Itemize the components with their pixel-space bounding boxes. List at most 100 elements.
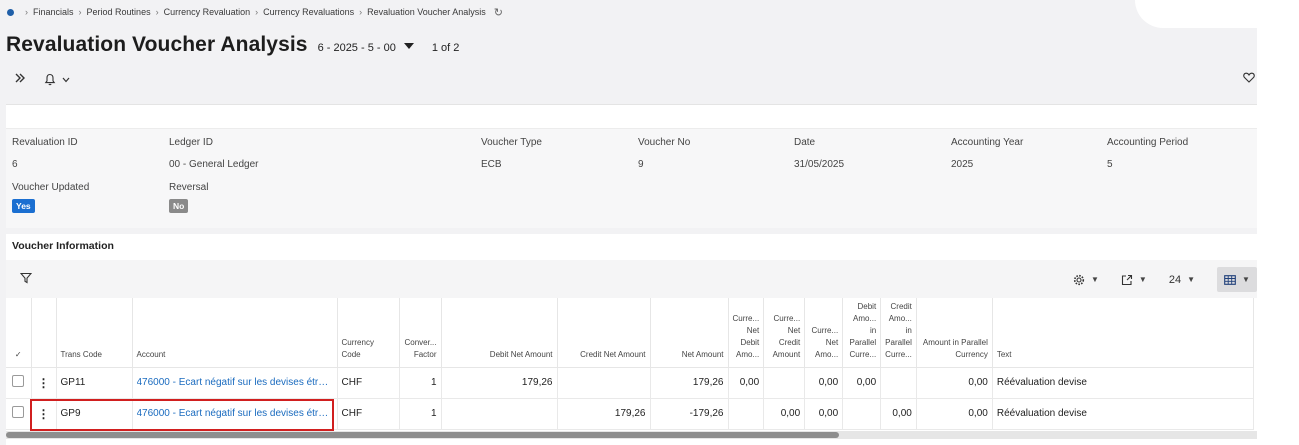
col-header-net-amount[interactable]: Net Amount xyxy=(650,298,729,368)
grid-toolbar: ▼ ▼ 24 ▼ ▼ xyxy=(6,260,1257,298)
grid-settings-button[interactable]: ▼ xyxy=(1073,274,1099,286)
cell-currency-code: CHF xyxy=(337,398,400,430)
col-header-credit-parallel[interactable]: Credit Amo... in Parallel Curre... xyxy=(880,298,917,368)
chevron-right-icon: › xyxy=(359,7,363,17)
row-menu-icon[interactable]: ⋮ xyxy=(38,407,50,421)
cell-currency-net-debit xyxy=(728,398,765,430)
col-header-account[interactable]: Account xyxy=(132,298,338,368)
table-row[interactable]: ⋮ GP9 476000 - Ecart négatif sur les dev… xyxy=(6,398,1254,430)
col-header-trans-code[interactable]: Trans Code xyxy=(56,298,133,368)
cell-credit-parallel: 0,00 xyxy=(880,398,917,430)
table-row[interactable]: ⋮ GP11 476000 - Ecart négatif sur les de… xyxy=(6,367,1254,399)
select-all-checkbox[interactable]: ✓ xyxy=(6,298,32,368)
reversal-badge: No xyxy=(169,199,189,213)
col-header-currency-net-debit[interactable]: Curre... Net Debit Amo... xyxy=(728,298,765,368)
cell-amount-parallel: 0,00 xyxy=(916,398,993,430)
section-title: Voucher Information xyxy=(12,240,114,252)
record-dropdown-icon[interactable] xyxy=(403,43,414,49)
header-fields: Revaluation ID 6 Ledger ID 00 - General … xyxy=(6,129,1257,228)
account-link[interactable]: 476000 - Ecart négatif sur les devises é… xyxy=(137,408,332,419)
breadcrumb-current-page: Revaluation Voucher Analysis xyxy=(367,7,486,17)
cell-credit-net-amount: 179,26 xyxy=(557,398,651,430)
title-row: Revaluation Voucher Analysis 6 - 2025 - … xyxy=(6,33,459,57)
horizontal-scrollbar[interactable] xyxy=(6,431,1257,439)
col-header-amount-parallel[interactable]: Amount in Parallel Currency xyxy=(916,298,993,368)
bell-icon xyxy=(44,73,56,86)
field-date: Date 31/05/2025 xyxy=(794,137,844,170)
col-header-debit-parallel[interactable]: Debit Amo... in Parallel Curre... xyxy=(842,298,882,368)
chevron-down-icon: ▼ xyxy=(1187,275,1195,284)
field-voucher-type: Voucher Type ECB xyxy=(481,137,542,170)
table-view-button[interactable]: ▼ xyxy=(1217,267,1257,292)
expand-navigator-icon[interactable] xyxy=(14,72,26,87)
row-checkbox[interactable] xyxy=(12,406,25,418)
field-accounting-year: Accounting Year 2025 xyxy=(951,137,1023,170)
col-header-debit-net-amount[interactable]: Debit Net Amount xyxy=(441,298,558,368)
col-header-currency-net-amount[interactable]: Curre... Net Amo... xyxy=(804,298,844,368)
cell-currency-net-credit: 0,00 xyxy=(763,398,806,430)
chevron-right-icon: › xyxy=(25,7,28,17)
cell-credit-net-amount xyxy=(557,367,651,399)
export-button[interactable]: ▼ xyxy=(1121,274,1147,286)
cell-currency-code: CHF xyxy=(337,367,400,399)
cell-debit-parallel xyxy=(842,398,882,430)
field-value: 31/05/2025 xyxy=(794,159,845,170)
right-margin xyxy=(1257,0,1299,445)
cell-currency-net-credit xyxy=(763,367,806,399)
field-accounting-period: Accounting Period 5 xyxy=(1107,137,1188,170)
cell-conversion-factor: 1 xyxy=(399,398,442,430)
col-header-text[interactable]: Text xyxy=(992,298,1254,368)
grid-toolbar-actions: ▼ ▼ 24 ▼ ▼ xyxy=(1073,267,1257,292)
table-icon xyxy=(1224,274,1236,285)
col-header-currency-code[interactable]: Currency Code xyxy=(337,298,400,368)
cell-currency-net-debit: 0,00 xyxy=(728,367,765,399)
col-header-currency-net-credit[interactable]: Curre... Net Credit Amount xyxy=(763,298,806,368)
voucher-information-panel: Voucher Information ▼ ▼ 24 ▼ ▼ ✓ Trans C… xyxy=(6,234,1257,445)
field-label: Date xyxy=(794,137,816,148)
row-checkbox[interactable] xyxy=(12,375,25,387)
page-size-selector[interactable]: 24 ▼ xyxy=(1169,274,1195,286)
record-selector[interactable]: 6 - 2025 - 5 - 00 xyxy=(318,42,396,54)
chevron-right-icon: › xyxy=(255,7,259,17)
breadcrumb-currency-revaluations[interactable]: Currency Revaluations xyxy=(263,7,354,17)
cell-credit-parallel xyxy=(880,367,917,399)
field-value: ECB xyxy=(481,159,502,170)
field-label: Revaluation ID xyxy=(12,137,78,148)
favorite-heart-icon[interactable] xyxy=(1243,72,1255,86)
chevron-down-icon: ▼ xyxy=(1138,275,1147,284)
field-label: Voucher Updated xyxy=(12,182,90,193)
page-title: Revaluation Voucher Analysis xyxy=(6,33,308,56)
field-label: Voucher No xyxy=(638,137,691,148)
account-link[interactable]: 476000 - Ecart négatif sur les devises é… xyxy=(137,377,332,388)
chevron-down-icon: ▼ xyxy=(1242,275,1250,284)
chevron-down-icon: ▼ xyxy=(1090,275,1099,284)
home-icon[interactable] xyxy=(7,8,14,16)
cell-trans-code: GP11 xyxy=(56,367,133,399)
filter-icon[interactable] xyxy=(19,271,33,289)
breadcrumb-financials[interactable]: Financials xyxy=(33,7,74,17)
field-value: 2025 xyxy=(951,159,974,170)
export-icon xyxy=(1121,274,1132,285)
breadcrumb-period-routines[interactable]: Period Routines xyxy=(87,7,151,17)
cell-conversion-factor: 1 xyxy=(399,367,442,399)
breadcrumb-currency-revaluation[interactable]: Currency Revaluation xyxy=(164,7,251,17)
app-window: › Financials › Period Routines › Currenc… xyxy=(0,0,1257,445)
page-size-value: 24 xyxy=(1168,273,1182,286)
field-reversal: Reversal No xyxy=(169,182,208,213)
chevron-down-icon xyxy=(62,77,70,82)
col-header-credit-net-amount[interactable]: Credit Net Amount xyxy=(557,298,651,368)
refresh-icon[interactable]: ↻ xyxy=(494,6,503,19)
cell-currency-net-amount: 0,00 xyxy=(804,398,844,430)
cell-amount-parallel: 0,00 xyxy=(916,367,993,399)
header-panel-strip xyxy=(6,105,1257,129)
field-label: Reversal xyxy=(169,182,209,193)
notifications-button[interactable] xyxy=(44,73,70,86)
cell-debit-net-amount: 179,26 xyxy=(441,367,558,399)
cell-net-amount: -179,26 xyxy=(650,398,729,430)
row-menu-icon[interactable]: ⋮ xyxy=(38,376,50,390)
scrollbar-thumb[interactable] xyxy=(6,432,839,438)
col-header-conversion-factor[interactable]: Conver... Factor xyxy=(399,298,442,368)
field-value: 5 xyxy=(1107,159,1113,170)
cell-trans-code: GP9 xyxy=(56,398,133,430)
cell-net-amount: 179,26 xyxy=(650,367,729,399)
